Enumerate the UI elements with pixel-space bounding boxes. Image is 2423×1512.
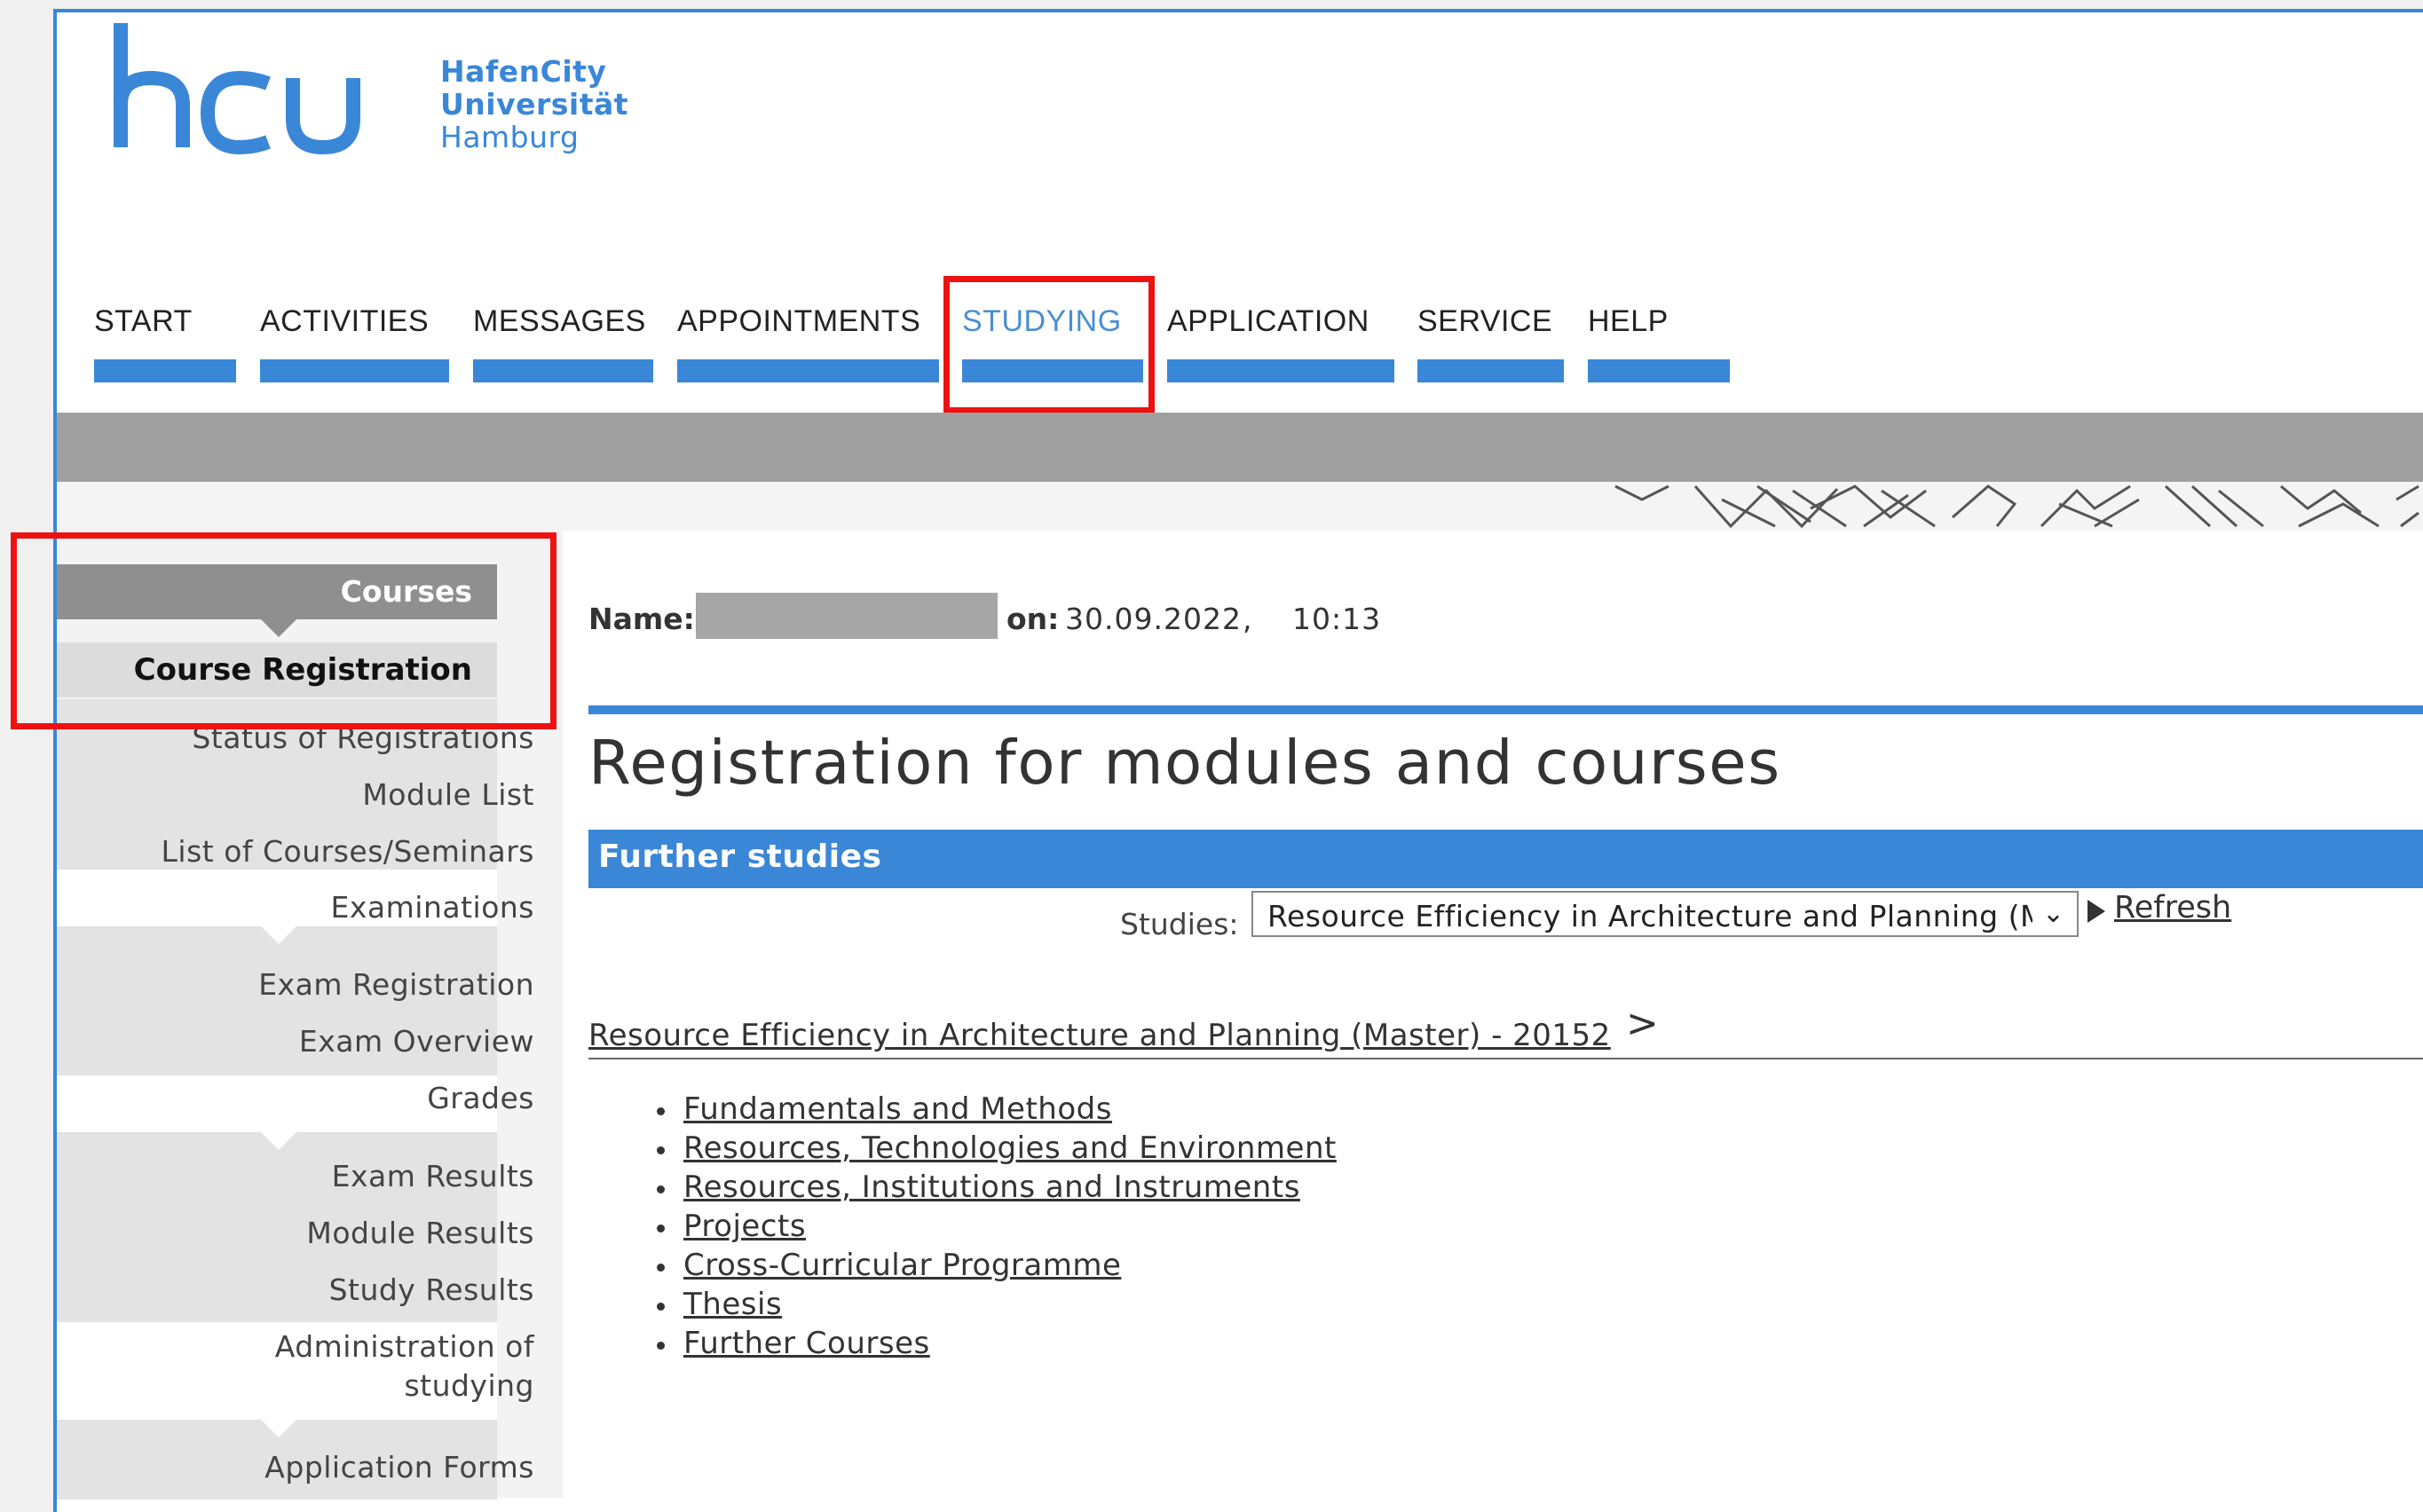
nav-start[interactable]: START bbox=[94, 304, 236, 382]
nav-start-label: START bbox=[94, 304, 193, 338]
nav-application-bar bbox=[1167, 359, 1394, 382]
bullet-icon bbox=[657, 1264, 665, 1272]
logo-text-hafencity: HafenCity bbox=[440, 54, 607, 89]
nav-application[interactable]: APPLICATION bbox=[1167, 304, 1394, 382]
bullet-icon bbox=[657, 1225, 665, 1232]
decorative-map-pattern bbox=[1598, 482, 2423, 531]
nav-activities[interactable]: ACTIVITIES bbox=[260, 304, 449, 382]
sidebar-item-exam-results[interactable]: Exam Results bbox=[122, 1159, 563, 1193]
studies-select[interactable]: Resource Efficiency in Architecture and … bbox=[1251, 891, 2079, 937]
refresh-link[interactable]: Refresh bbox=[2114, 890, 2231, 925]
sidebar-item-list-of-courses[interactable]: List of Courses/Seminars bbox=[122, 834, 563, 869]
nav-start-bar bbox=[94, 359, 236, 382]
bullet-icon bbox=[657, 1146, 665, 1154]
sidebar-item-study-results[interactable]: Study Results bbox=[122, 1272, 563, 1307]
chevron-right-icon[interactable]: > bbox=[1626, 1001, 1659, 1046]
sidebar-item-application-forms[interactable]: Application Forms bbox=[122, 1450, 563, 1484]
nav-appointments-label: APPOINTMENTS bbox=[677, 304, 921, 338]
nav-activities-label: ACTIVITIES bbox=[260, 304, 430, 338]
bullet-icon bbox=[657, 1185, 665, 1193]
module-link[interactable]: Further Courses bbox=[683, 1326, 930, 1361]
title-rule bbox=[588, 705, 2423, 714]
program-rule bbox=[588, 1058, 2423, 1059]
chevron-down-icon: ⌄ bbox=[2041, 898, 2064, 929]
nav-application-label: APPLICATION bbox=[1167, 304, 1369, 338]
sidebar-section-admin-line2[interactable]: studying bbox=[122, 1368, 563, 1403]
nav-help-bar bbox=[1588, 359, 1730, 382]
hcu-logo-mark bbox=[114, 23, 360, 155]
nav-help[interactable]: HELP bbox=[1588, 304, 1730, 382]
sidebar-section-admin-line1[interactable]: Administration of bbox=[122, 1329, 563, 1364]
name-redacted bbox=[696, 593, 998, 639]
further-studies-label: Further studies bbox=[598, 839, 882, 875]
module-link[interactable]: Thesis bbox=[683, 1287, 782, 1322]
logo-text-hamburg: Hamburg bbox=[440, 120, 580, 154]
sidebar-item-module-list[interactable]: Module List bbox=[122, 777, 563, 812]
bullet-icon bbox=[657, 1107, 665, 1115]
studies-label: Studies: bbox=[1120, 907, 1239, 941]
header-grey-band bbox=[57, 413, 2423, 482]
studies-select-value: Resource Efficiency in Architecture and … bbox=[1267, 899, 2032, 933]
program-link[interactable]: Resource Efficiency in Architecture and … bbox=[588, 1018, 1611, 1053]
nav-service[interactable]: SERVICE bbox=[1417, 304, 1564, 382]
nav-service-bar bbox=[1417, 359, 1564, 382]
date-time-separator: , bbox=[1243, 602, 1253, 636]
name-label: Name: bbox=[588, 602, 695, 636]
sidebar-item-module-results[interactable]: Module Results bbox=[122, 1216, 563, 1250]
sidebar-notch bbox=[261, 1420, 296, 1437]
bullet-icon bbox=[657, 1303, 665, 1311]
nav-appointments-bar bbox=[677, 359, 939, 382]
on-label: on: bbox=[1006, 602, 1060, 636]
sidebar-item-exam-registration[interactable]: Exam Registration bbox=[122, 967, 563, 1002]
nav-service-label: SERVICE bbox=[1417, 304, 1553, 338]
play-arrow-icon bbox=[2088, 900, 2105, 923]
sidebar-notch bbox=[261, 926, 296, 944]
nav-messages-label: MESSAGES bbox=[473, 304, 646, 338]
sidebar-section-grades[interactable]: Grades bbox=[122, 1081, 563, 1115]
module-link[interactable]: Cross-Curricular Programme bbox=[683, 1248, 1121, 1283]
sidebar-notch bbox=[261, 1132, 296, 1150]
course-registration-highlight-box bbox=[11, 532, 556, 729]
sidebar-item-exam-overview[interactable]: Exam Overview bbox=[122, 1024, 563, 1059]
header-light-strip bbox=[57, 482, 1598, 531]
nav-help-label: HELP bbox=[1588, 304, 1669, 338]
module-link[interactable]: Resources, Technologies and Environment bbox=[683, 1130, 1337, 1166]
nav-activities-bar bbox=[260, 359, 449, 382]
module-link[interactable]: Resources, Institutions and Instruments bbox=[683, 1169, 1300, 1205]
bullet-icon bbox=[657, 1342, 665, 1350]
login-date: 30.09.2022 bbox=[1065, 602, 1242, 636]
module-link[interactable]: Projects bbox=[683, 1209, 806, 1244]
nav-appointments[interactable]: APPOINTMENTS bbox=[677, 304, 939, 382]
nav-messages-bar bbox=[473, 359, 653, 382]
hcu-logo[interactable] bbox=[110, 23, 421, 156]
module-link[interactable]: Fundamentals and Methods bbox=[683, 1091, 1112, 1127]
studying-highlight-box bbox=[943, 276, 1155, 413]
sidebar-section-examinations[interactable]: Examinations bbox=[122, 890, 563, 925]
page-title: Registration for modules and courses bbox=[588, 728, 1781, 799]
login-time: 10:13 bbox=[1292, 602, 1382, 636]
nav-messages[interactable]: MESSAGES bbox=[473, 304, 653, 382]
logo-text-universitaet: Universität bbox=[440, 87, 629, 122]
